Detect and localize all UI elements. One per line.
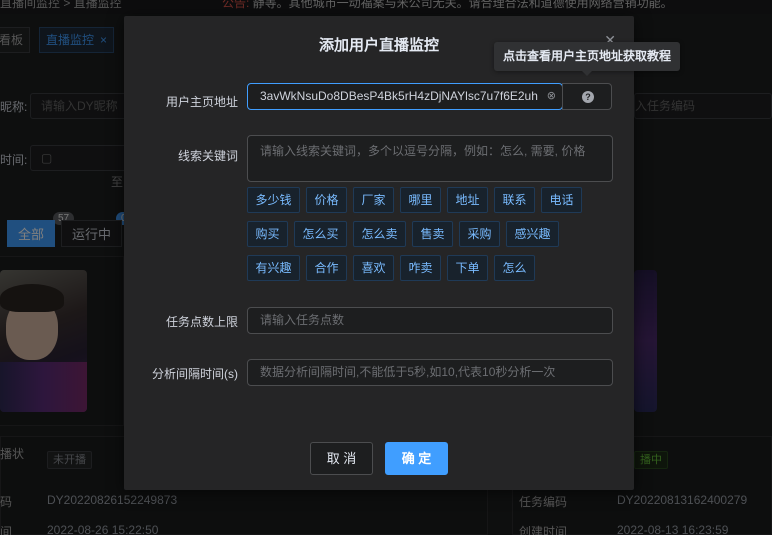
points-label: 任务点数上限	[165, 315, 238, 329]
keyword-tag[interactable]: 采购	[459, 221, 500, 247]
interval-input[interactable]: 数据分析间隔时间,不能低于5秒,如10,代表10秒分析一次	[247, 359, 613, 386]
keyword-tag[interactable]: 电话	[541, 187, 582, 213]
clear-icon[interactable]: ⊗	[547, 84, 556, 108]
keyword-tag[interactable]: 下单	[447, 255, 488, 281]
keyword-tag[interactable]: 咋卖	[400, 255, 441, 281]
keyword-tag[interactable]: 价格	[306, 187, 347, 213]
help-tooltip: 点击查看用户主页地址获取教程	[494, 42, 681, 76]
question-icon: ?	[582, 91, 594, 103]
confirm-button[interactable]: 确 定	[385, 442, 448, 475]
url-input[interactable]: 3avWkNsuDo8DBesP4Bk5rH4zDjNAYlsc7u7f6E2u…	[247, 83, 563, 110]
cancel-button[interactable]: 取 消	[310, 442, 373, 475]
keyword-textarea[interactable]: 请输入线索关键词，多个以逗号分隔，例如：怎么, 需要, 价格	[247, 135, 613, 182]
keyword-tag[interactable]: 售卖	[412, 221, 453, 247]
keyword-tag[interactable]: 感兴趣	[506, 221, 559, 247]
interval-label: 分析间隔时间(s)	[152, 367, 238, 381]
help-button[interactable]: ?	[562, 83, 612, 110]
add-monitor-dialog: 添加用户直播监控 ✕ 用户主页地址 3avWkNsuDo8DBesP4Bk5rH…	[124, 16, 634, 490]
keyword-tag[interactable]: 怎么卖	[353, 221, 406, 247]
url-label: 用户主页地址	[165, 95, 238, 109]
keyword-tag[interactable]: 合作	[306, 255, 347, 281]
keyword-tag[interactable]: 多少钱	[247, 187, 300, 213]
keyword-tag[interactable]: 厂家	[353, 187, 394, 213]
keyword-tag[interactable]: 哪里	[400, 187, 441, 213]
keyword-tag[interactable]: 联系	[494, 187, 535, 213]
keyword-tag[interactable]: 怎么	[494, 255, 535, 281]
keyword-tag[interactable]: 地址	[447, 187, 488, 213]
keyword-tag[interactable]: 喜欢	[353, 255, 394, 281]
keyword-tag[interactable]: 购买	[247, 221, 288, 247]
keyword-tag[interactable]: 怎么买	[294, 221, 347, 247]
keyword-tag[interactable]: 有兴趣	[247, 255, 300, 281]
points-input[interactable]: 请输入任务点数	[247, 307, 613, 334]
url-value: 3avWkNsuDo8DBesP4Bk5rH4zDjNAYlsc7u7f6E2u…	[260, 89, 538, 103]
keyword-label: 线索关键词	[177, 149, 238, 163]
